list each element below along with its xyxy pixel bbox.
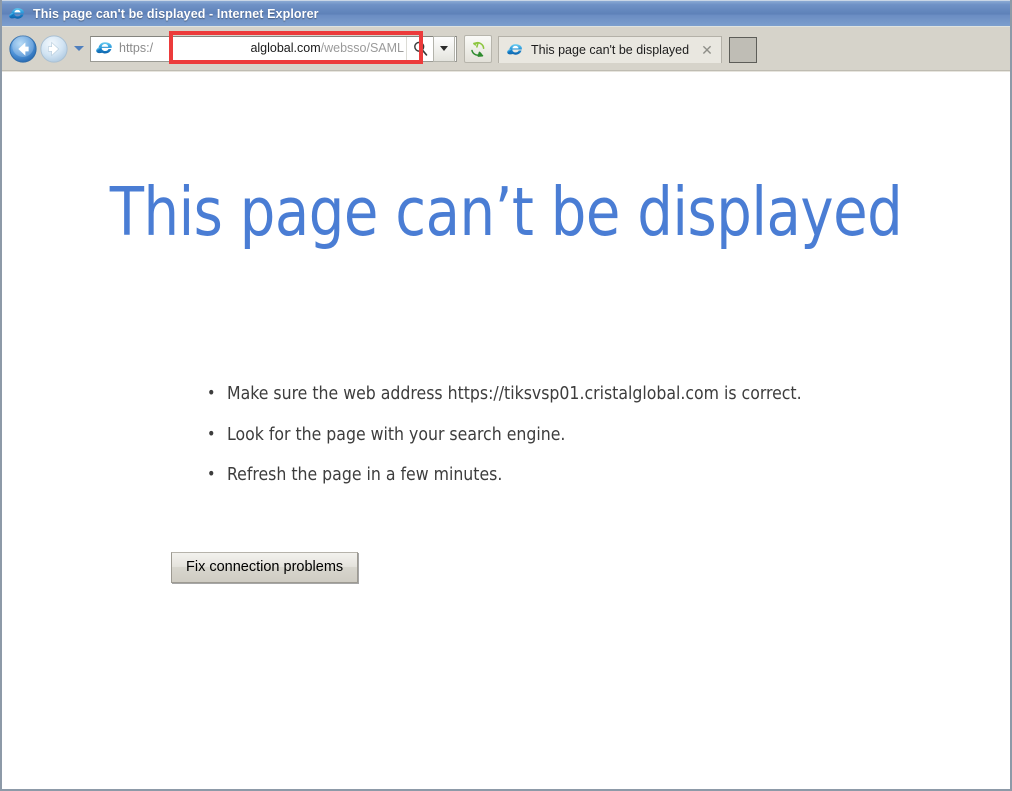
list-item: Look for the page with your search engin… [207,426,802,445]
refresh-icon [471,41,485,57]
internet-explorer-icon [507,43,522,55]
fix-connection-problems-button[interactable]: Fix connection problems [171,552,359,583]
search-button[interactable] [406,36,433,61]
address-dropdown-button[interactable] [433,35,455,62]
list-item: Make sure the web address https://tiksvs… [207,385,802,404]
forward-arrow-icon[interactable] [39,34,69,64]
close-icon[interactable]: ✕ [699,42,715,58]
refresh-button[interactable] [464,34,492,63]
window-title-bar: This page can't be displayed - Internet … [2,0,1010,27]
list-item: Refresh the page in a few minutes. [207,466,802,485]
url-domain: alglobal.com [250,42,321,55]
page-title: This page can’t be displayed [109,173,903,251]
search-icon [413,41,427,56]
url-path: /websso/SAML [320,42,404,55]
chevron-down-icon [73,46,84,51]
address-bar-url[interactable]: https:/ alglobal.com /websso/SAML [119,42,406,55]
ie-browser-window: This page can't be displayed - Internet … [0,0,1012,791]
window-title-text: This page can't be displayed - Internet … [33,7,319,21]
back-arrow-icon[interactable] [8,34,38,64]
browser-tab[interactable]: This page can't be displayed ✕ [498,36,723,63]
suggestion-list: Make sure the web address https://tiksvs… [207,385,802,508]
internet-explorer-icon [9,7,24,19]
internet-explorer-icon [96,41,112,53]
navigation-toolbar: https:/ alglobal.com /websso/SAML This p… [2,27,1010,71]
new-tab-button[interactable] [729,36,758,63]
chevron-down-icon [440,46,448,51]
page-content-area: This page can’t be displayed Make sure t… [2,71,1010,784]
url-scheme: https:/ [119,42,154,55]
recent-pages-dropdown[interactable] [71,35,86,63]
address-bar[interactable]: https:/ alglobal.com /websso/SAML [90,35,457,62]
tab-strip: This page can't be displayed ✕ [498,27,1006,71]
tab-title: This page can't be displayed [531,43,690,57]
